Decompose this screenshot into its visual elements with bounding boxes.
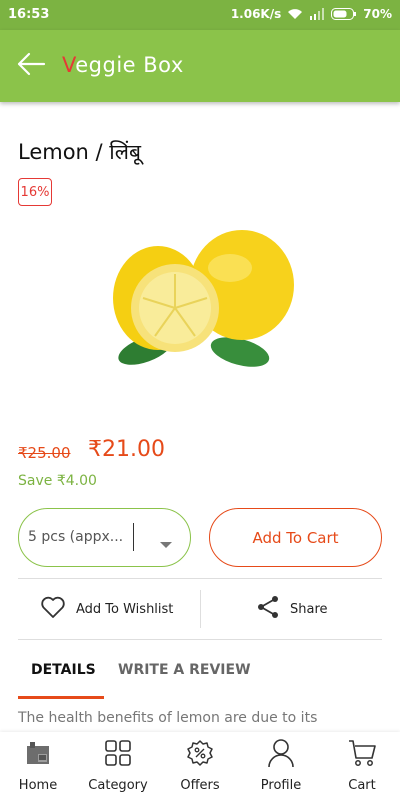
back-button[interactable] <box>14 50 48 82</box>
nav-home[interactable]: Home <box>0 736 78 798</box>
category-grid-icon <box>104 736 132 770</box>
profile-icon <box>267 736 295 770</box>
add-to-cart-button[interactable]: Add To Cart <box>209 508 382 567</box>
savings-text: Save ₹4.00 <box>18 473 97 489</box>
quantity-select[interactable]: 5 pcs (appx... <box>18 508 191 567</box>
battery-percent: 70% <box>363 7 392 21</box>
share-button[interactable]: Share <box>256 596 328 622</box>
product-image <box>90 180 310 420</box>
select-divider <box>133 523 134 551</box>
status-indicators: 1.06K/s 70% <box>231 7 392 21</box>
app-title: Veggie Box <box>62 53 184 77</box>
divider <box>18 578 382 579</box>
nav-profile[interactable]: Profile <box>241 736 321 798</box>
nav-home-label: Home <box>18 778 58 793</box>
status-time: 16:53 <box>8 7 50 22</box>
cart-icon <box>347 736 377 770</box>
battery-icon <box>331 8 357 20</box>
wishlist-label: Add To Wishlist <box>76 601 174 617</box>
back-arrow-icon <box>16 52 46 80</box>
share-icon <box>256 595 280 623</box>
home-icon <box>23 736 53 770</box>
add-to-wishlist-button[interactable]: Add To Wishlist <box>40 596 173 622</box>
status-bar: 16:53 1.06K/s 70% <box>0 0 400 30</box>
quantity-value: 5 pcs (appx... <box>28 529 124 545</box>
tab-write-review[interactable]: WRITE A REVIEW <box>118 662 251 678</box>
nav-category-label: Category <box>88 778 148 793</box>
active-tab-indicator <box>18 696 104 699</box>
wifi-icon <box>287 8 303 20</box>
mrp-price: ₹25.00 <box>18 444 71 462</box>
app-title-initial: V <box>62 53 76 77</box>
product-description: The health benefits of lemon are due to … <box>18 710 318 726</box>
heart-icon <box>40 595 66 623</box>
nav-cart-label: Cart <box>348 778 376 793</box>
network-speed: 1.06K/s <box>230 7 282 21</box>
nav-profile-label: Profile <box>260 778 302 793</box>
divider <box>18 639 382 640</box>
action-divider <box>200 590 201 628</box>
offers-badge-icon <box>186 736 214 770</box>
share-label: Share <box>290 601 328 617</box>
product-title: Lemon / लिंबू <box>18 140 141 164</box>
app-bar: Veggie Box <box>0 30 400 102</box>
nav-category[interactable]: Category <box>78 736 158 798</box>
nav-offers-label: Offers <box>180 778 220 793</box>
nav-offers[interactable]: Offers <box>160 736 240 798</box>
bottom-nav: Home Category Offers Profile Cart <box>0 732 400 800</box>
nav-cart[interactable]: Cart <box>322 736 400 798</box>
app-title-rest: eggie Box <box>75 53 184 77</box>
signal-icon <box>309 8 325 20</box>
discount-badge: 16% <box>18 178 52 206</box>
sale-price: ₹21.00 <box>88 437 165 462</box>
tab-details[interactable]: DETAILS <box>31 662 96 678</box>
chevron-down-icon <box>159 534 173 553</box>
